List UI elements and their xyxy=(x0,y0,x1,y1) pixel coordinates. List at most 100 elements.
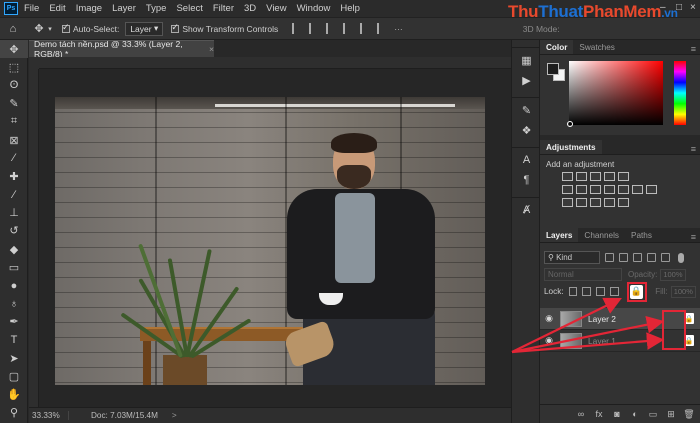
new-group-icon[interactable]: ▭ xyxy=(648,409,658,419)
clone-stamp-icon[interactable]: ⊥ xyxy=(0,204,28,222)
home-icon[interactable]: ⌂ xyxy=(6,22,20,36)
move-tool-icon[interactable]: ✥ xyxy=(32,22,46,36)
glyphs-panel-icon[interactable]: Ⱥ xyxy=(512,200,541,220)
status-menu-arrow[interactable]: > xyxy=(172,411,177,420)
adjustment-filter-icon[interactable] xyxy=(619,253,628,262)
smart-object-filter-icon[interactable] xyxy=(661,253,670,262)
menu-file[interactable]: File xyxy=(24,3,39,14)
paragraph-panel-icon[interactable]: ¶ xyxy=(512,170,541,190)
more-options-icon[interactable]: ··· xyxy=(394,24,403,34)
menu-select[interactable]: Select xyxy=(176,3,202,14)
quick-select-tool-icon[interactable]: ✎ xyxy=(0,95,28,113)
character-panel-icon[interactable]: A xyxy=(512,150,541,170)
color-balance-icon[interactable] xyxy=(576,185,587,194)
shape-filter-icon[interactable] xyxy=(647,253,656,262)
hand-tool-icon[interactable]: ✋ xyxy=(0,386,28,404)
black-white-icon[interactable] xyxy=(590,185,601,194)
marquee-tool-icon[interactable]: ⬚ xyxy=(0,58,28,76)
link-layers-icon[interactable]: ∞ xyxy=(576,409,586,419)
pixel-filter-icon[interactable] xyxy=(605,253,614,262)
align-top-icon[interactable] xyxy=(343,23,354,34)
lock-transparent-icon[interactable] xyxy=(568,287,578,296)
panel-menu-icon[interactable]: ≡ xyxy=(691,232,696,242)
dodge-tool-icon[interactable]: ♁ xyxy=(0,295,28,313)
menu-3d[interactable]: 3D xyxy=(244,3,256,14)
tab-color[interactable]: Color xyxy=(540,40,574,54)
color-lookup-icon[interactable] xyxy=(632,185,643,194)
brushes-panel-icon[interactable]: ❖ xyxy=(512,120,541,140)
actions-panel-icon[interactable]: ▶ xyxy=(512,70,541,90)
menu-window[interactable]: Window xyxy=(297,3,331,14)
history-brush-icon[interactable]: ↺ xyxy=(0,222,28,240)
add-mask-icon[interactable]: ◙ xyxy=(612,409,622,419)
close-window-icon[interactable]: × xyxy=(690,2,696,13)
curves-icon[interactable] xyxy=(590,172,601,181)
document-tab[interactable]: Demo tách nền.psd @ 33.3% (Layer 2, RGB/… xyxy=(29,39,214,59)
auto-select-dropdown[interactable]: Layer ▾ xyxy=(125,21,164,36)
hue-saturation-icon[interactable] xyxy=(562,185,573,194)
hue-slider[interactable] xyxy=(674,61,686,125)
layer-name[interactable]: Layer 1 xyxy=(588,336,616,346)
fx-icon[interactable]: fx xyxy=(594,409,604,419)
grid-icon[interactable] xyxy=(646,185,657,194)
zoom-level[interactable]: 33.33% xyxy=(29,411,69,420)
tab-paths[interactable]: Paths xyxy=(625,228,658,242)
posterize-icon[interactable] xyxy=(576,198,587,207)
pen-tool-icon[interactable]: ✒ xyxy=(0,313,28,331)
lock-position-icon[interactable] xyxy=(596,287,605,296)
lasso-tool-icon[interactable]: ʘ xyxy=(0,76,28,94)
type-filter-icon[interactable] xyxy=(633,253,642,262)
brush-settings-icon[interactable]: ✎ xyxy=(512,100,541,120)
path-select-tool-icon[interactable]: ➤ xyxy=(0,349,28,367)
shape-tool-icon[interactable]: ▢ xyxy=(0,367,28,385)
crop-tool-icon[interactable]: ⌗ xyxy=(0,113,28,131)
new-adjustment-icon[interactable]: ◐ xyxy=(630,409,640,419)
visibility-eye-icon[interactable]: ◉ xyxy=(540,313,558,324)
fill-input[interactable]: 100% xyxy=(670,285,697,298)
tab-layers[interactable]: Layers xyxy=(540,228,579,242)
gradient-map-icon[interactable] xyxy=(618,198,629,207)
lock-artboard-icon[interactable] xyxy=(609,287,619,296)
opacity-input[interactable]: 100% xyxy=(660,268,687,281)
panel-menu-icon[interactable]: ≡ xyxy=(691,44,696,54)
blur-tool-icon[interactable]: ● xyxy=(0,276,28,294)
chevron-down-icon[interactable]: ▾ xyxy=(46,22,54,36)
align-middle-icon[interactable] xyxy=(360,23,371,34)
canvas-image[interactable] xyxy=(55,97,485,385)
brightness-contrast-icon[interactable] xyxy=(562,172,573,181)
zoom-tool-icon[interactable]: ⚲ xyxy=(0,404,28,422)
visibility-eye-icon[interactable]: ◉ xyxy=(540,335,558,346)
gradient-tool-icon[interactable]: ▭ xyxy=(0,258,28,276)
brush-tool-icon[interactable]: ∕ xyxy=(0,186,28,204)
align-center-icon[interactable] xyxy=(309,23,320,34)
photo-filter-icon[interactable] xyxy=(604,185,615,194)
menu-layer[interactable]: Layer xyxy=(112,3,136,14)
frame-tool-icon[interactable]: ⊠ xyxy=(0,131,28,149)
delete-layer-icon[interactable]: 🗑 xyxy=(683,409,694,419)
healing-brush-icon[interactable]: ✚ xyxy=(0,167,28,185)
tab-swatches[interactable]: Swatches xyxy=(573,40,621,54)
menu-image[interactable]: Image xyxy=(76,3,102,14)
layer-name[interactable]: Layer 2 xyxy=(588,314,616,324)
kind-filter-dropdown[interactable]: ⚲ Kind xyxy=(544,251,600,264)
foreground-color-swatch[interactable] xyxy=(547,63,559,75)
filter-toggle[interactable] xyxy=(678,252,684,263)
history-panel-icon[interactable]: ▦ xyxy=(512,50,541,70)
eyedropper-tool-icon[interactable]: ⁄ xyxy=(0,149,28,167)
type-tool-icon[interactable]: T xyxy=(0,331,28,349)
tab-channels[interactable]: Channels xyxy=(578,228,625,242)
menu-edit[interactable]: Edit xyxy=(49,3,65,14)
new-layer-icon[interactable]: ⊞ xyxy=(666,409,676,419)
maximize-icon[interactable]: □ xyxy=(676,2,682,13)
auto-select-checkbox[interactable] xyxy=(62,22,70,33)
channel-mixer-icon[interactable] xyxy=(618,185,629,194)
menu-view[interactable]: View xyxy=(266,3,286,14)
lock-image-icon[interactable] xyxy=(582,287,592,296)
exposure-icon[interactable] xyxy=(604,172,615,181)
selective-color-icon[interactable] xyxy=(604,198,615,207)
color-picker-ring[interactable] xyxy=(567,121,573,127)
threshold-icon[interactable] xyxy=(590,198,601,207)
menu-type[interactable]: Type xyxy=(146,3,167,14)
panel-menu-icon[interactable]: ≡ xyxy=(691,144,696,154)
horizontal-scrollbar[interactable] xyxy=(185,411,505,419)
